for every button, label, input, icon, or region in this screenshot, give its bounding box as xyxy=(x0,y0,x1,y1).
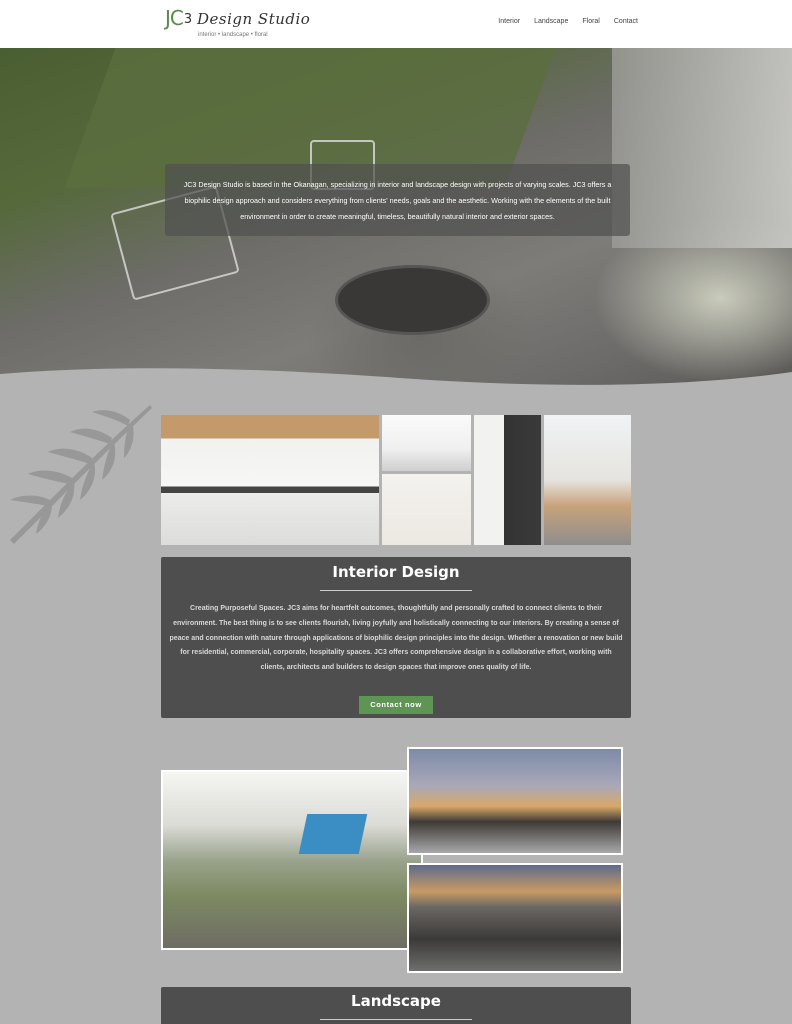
site-logo[interactable]: JC3 Design Studio interior • landscape •… xyxy=(165,6,310,42)
interior-design-title: Interior Design xyxy=(332,563,460,581)
kitchen-photo[interactable] xyxy=(161,415,379,545)
hero-wave-divider xyxy=(0,368,792,393)
pool-photo xyxy=(163,772,421,948)
logo-mark: JC3 xyxy=(165,6,192,30)
interior-design-body: Creating Purposeful Spaces. JC3 aims for… xyxy=(169,605,623,672)
landscape-title: Landscape xyxy=(351,992,441,1010)
fern-leaf-icon xyxy=(10,405,152,544)
main-nav: Interior Landscape Floral Contact xyxy=(498,18,638,25)
site-header: JC3 Design Studio interior • landscape •… xyxy=(0,0,792,48)
title-divider xyxy=(320,1019,472,1020)
vases-photo[interactable] xyxy=(382,474,471,545)
hallway-photo[interactable] xyxy=(544,415,631,545)
fire-pit-shape xyxy=(335,265,490,335)
plant-vase-photo[interactable] xyxy=(474,415,541,545)
hero-intro-text: JC3 Design Studio is based in the Okanag… xyxy=(183,180,612,221)
hero-banner: JC3 Design Studio is based in the Okanag… xyxy=(0,48,792,393)
logo-wordmark: Design Studio xyxy=(197,10,311,28)
nav-contact[interactable]: Contact xyxy=(614,18,638,25)
bathtub-photo[interactable] xyxy=(382,415,471,471)
pool-photo-frame[interactable] xyxy=(161,770,423,950)
hero-intro-box: JC3 Design Studio is based in the Okanag… xyxy=(165,164,630,236)
house-dusk-photo-frame[interactable] xyxy=(407,747,623,855)
house-dusk-photo xyxy=(409,749,621,853)
house-aerial-photo xyxy=(409,865,621,971)
title-divider xyxy=(320,590,472,591)
logo-tagline: interior • landscape • floral xyxy=(198,32,268,38)
contact-now-button[interactable]: Contact now xyxy=(359,696,433,714)
nav-interior[interactable]: Interior xyxy=(498,18,520,25)
nav-landscape[interactable]: Landscape xyxy=(534,18,568,25)
house-aerial-photo-frame[interactable] xyxy=(407,863,623,973)
nav-floral[interactable]: Floral xyxy=(582,18,600,25)
